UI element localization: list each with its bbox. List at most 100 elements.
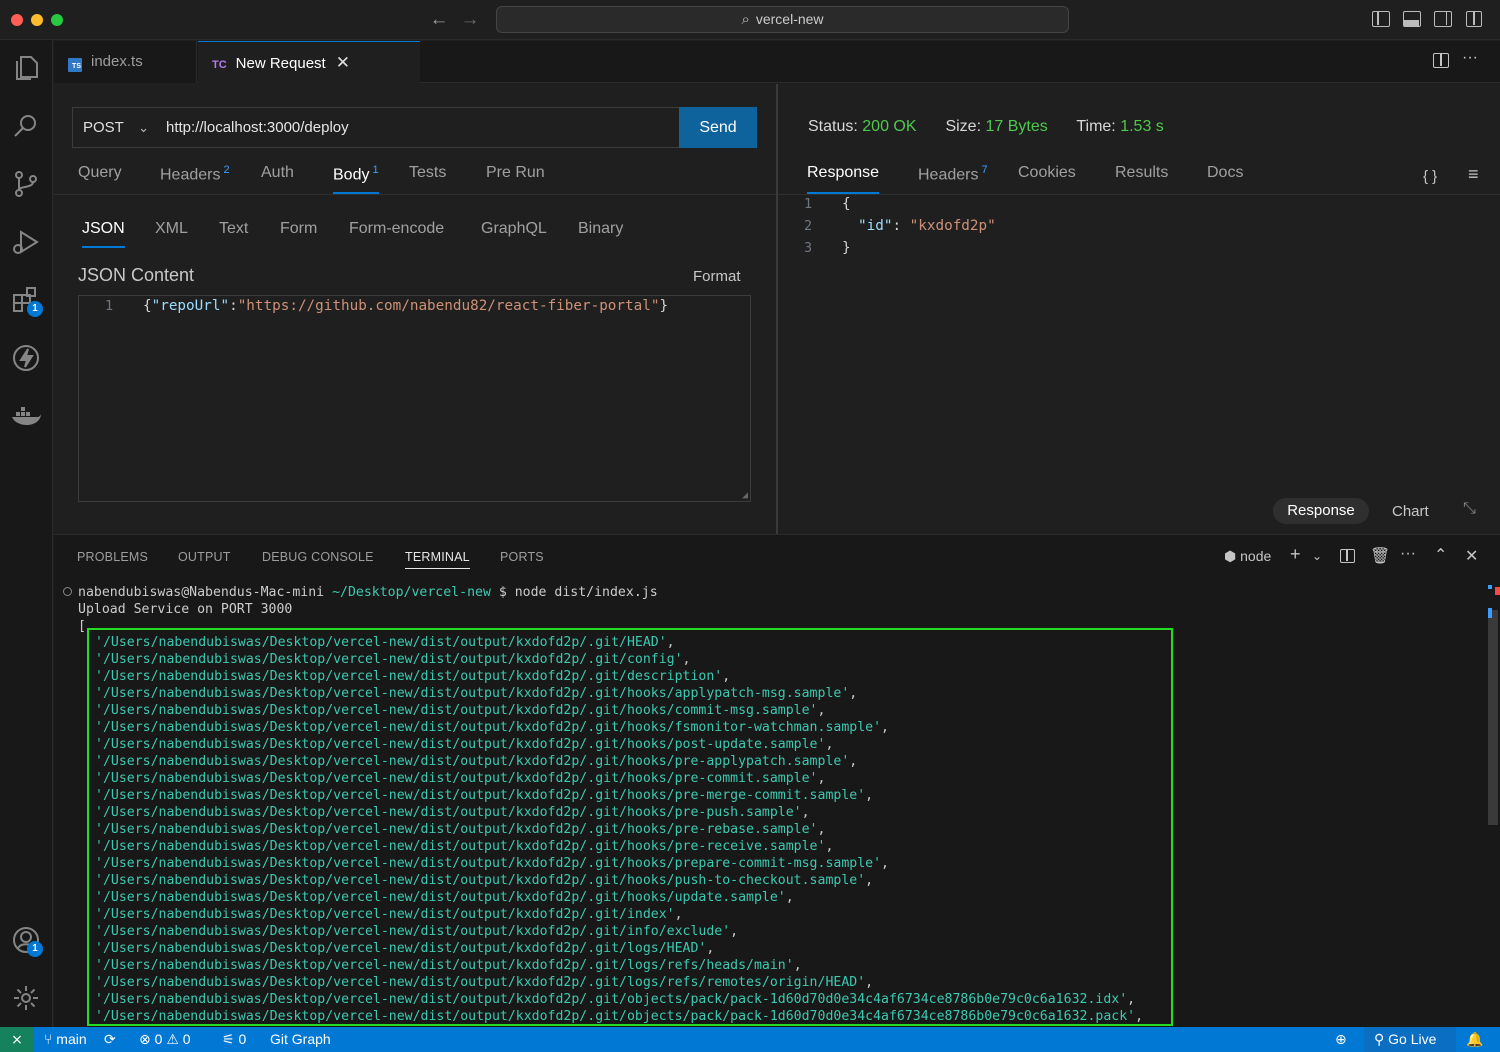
file-path-line: '/Users/nabendubiswas/Desktop/vercel-new… — [95, 669, 731, 684]
view-response-button[interactable]: Response — [1273, 498, 1369, 524]
search-icon[interactable] — [8, 108, 44, 144]
more-actions-icon[interactable]: ··· — [1400, 545, 1416, 563]
body-type-text[interactable]: Text — [219, 220, 248, 248]
git-graph-button[interactable]: Git Graph — [270, 1027, 331, 1052]
manage-gear-icon[interactable] — [8, 980, 44, 1016]
zoom-window-button[interactable] — [51, 14, 63, 26]
forward-arrow-icon[interactable]: → — [458, 8, 482, 32]
terminal-profile[interactable]: ⬢ node — [1224, 548, 1271, 565]
notifications-bell-icon[interactable]: 🔔 — [1466, 1027, 1483, 1052]
go-live-button[interactable]: ⚲ Go Live — [1364, 1027, 1456, 1052]
sync-icon[interactable]: ⟳ — [104, 1027, 116, 1052]
chevron-down-icon[interactable]: ⌄ — [1312, 549, 1322, 563]
request-pane: POST ⌄ Send Query Headers2 Auth Body1 Te… — [54, 84, 776, 534]
close-panel-icon[interactable]: ✕ — [1465, 546, 1478, 566]
file-path: '/Users/nabendubiswas/Desktop/vercel-new… — [95, 754, 850, 769]
scroll-marker — [1488, 608, 1492, 618]
zoom-icon[interactable]: ⊕ — [1335, 1027, 1347, 1052]
file-path-line: '/Users/nabendubiswas/Desktop/vercel-new… — [95, 873, 874, 888]
minimize-window-button[interactable] — [31, 14, 43, 26]
split-terminal-icon[interactable] — [1340, 549, 1355, 563]
tab-query[interactable]: Query — [78, 164, 122, 194]
tab-headers[interactable]: Headers 2 — [160, 164, 230, 194]
expand-icon[interactable]: ⤡ — [1463, 500, 1476, 518]
json-code-line: {"repoUrl":"https://github.com/nabendu82… — [143, 298, 669, 314]
tab-response-headers[interactable]: Headers 7 — [918, 164, 988, 194]
customize-layout-icon[interactable] — [1466, 11, 1482, 27]
body-type-form[interactable]: Form — [280, 220, 317, 248]
format-button[interactable]: Format — [693, 268, 741, 285]
method-value: POST — [83, 119, 124, 136]
toggle-panel-icon[interactable] — [1403, 11, 1421, 27]
body-type-form-encode[interactable]: Form-encode — [349, 220, 444, 248]
tab-headers-label: Headers — [160, 166, 221, 184]
accounts-icon[interactable]: 1 — [8, 922, 44, 958]
file-path: '/Users/nabendubiswas/Desktop/vercel-new… — [95, 839, 826, 854]
source-control-icon[interactable] — [8, 166, 44, 202]
close-window-button[interactable] — [11, 14, 23, 26]
time-label: Time: — [1076, 118, 1116, 135]
view-chart-button[interactable]: Chart — [1392, 503, 1429, 520]
tab-pre-run[interactable]: Pre Run — [486, 164, 545, 194]
tab-auth[interactable]: Auth — [261, 164, 294, 194]
toggle-secondary-sidebar-icon[interactable] — [1434, 11, 1452, 27]
panel-tab-debug-console[interactable]: DEBUG CONSOLE — [262, 550, 374, 564]
panel-tab-terminal[interactable]: TERMINAL — [405, 550, 470, 569]
activity-bar: 1 1 — [0, 40, 53, 1027]
body-type-graphql[interactable]: GraphQL — [481, 220, 547, 248]
problems-indicator[interactable]: ⊗ 0 ⚠ 0 — [139, 1027, 191, 1052]
more-actions-icon[interactable]: ··· — [1462, 49, 1478, 67]
broadcast-icon: ⚲ — [1374, 1031, 1385, 1047]
extensions-icon[interactable]: 1 — [8, 282, 44, 318]
file-path-line: '/Users/nabendubiswas/Desktop/vercel-new… — [95, 992, 1136, 1007]
toggle-primary-sidebar-icon[interactable] — [1372, 11, 1390, 27]
back-arrow-icon[interactable]: ← — [427, 8, 451, 32]
braces-icon[interactable]: { } — [1423, 168, 1437, 185]
panel-tab-problems[interactable]: PROBLEMS — [77, 550, 148, 564]
file-path: '/Users/nabendubiswas/Desktop/vercel-new… — [95, 805, 802, 820]
resize-handle-icon[interactable]: ◢ — [742, 490, 748, 501]
terminal-scrollbar[interactable] — [1488, 610, 1498, 825]
file-path: '/Users/nabendubiswas/Desktop/vercel-new… — [95, 669, 723, 684]
body-type-xml[interactable]: XML — [155, 220, 188, 248]
tab-response[interactable]: Response — [807, 164, 880, 194]
command-status-icon — [63, 587, 72, 596]
url-input[interactable] — [158, 107, 680, 148]
panel-tab-ports[interactable]: PORTS — [500, 550, 544, 564]
menu-lines-icon[interactable]: ≡ — [1468, 164, 1479, 185]
explorer-icon[interactable] — [8, 50, 44, 86]
run-and-debug-icon[interactable] — [8, 224, 44, 260]
line-number: 2 — [804, 218, 813, 234]
tab-new-request[interactable]: TC New Request ✕ — [198, 41, 420, 84]
branch-indicator[interactable]: ⑂ main — [44, 1027, 87, 1052]
command-center-search[interactable]: ⌕ vercel-new — [496, 6, 1069, 33]
status-value: 200 OK — [862, 118, 917, 135]
new-terminal-icon[interactable]: + — [1290, 544, 1301, 565]
ports-count: 0 — [238, 1031, 247, 1047]
remote-indicator-icon[interactable]: ⨯ — [0, 1027, 34, 1052]
docker-icon[interactable] — [8, 398, 44, 434]
body-type-binary[interactable]: Binary — [578, 220, 623, 248]
trash-icon[interactable]: 🗑 — [1370, 546, 1390, 566]
panel-tab-output[interactable]: OUTPUT — [178, 550, 231, 564]
workspace-name: vercel-new — [755, 11, 824, 27]
tab-cookies[interactable]: Cookies — [1018, 164, 1076, 194]
tab-results[interactable]: Results — [1115, 164, 1168, 194]
thunder-client-icon[interactable] — [8, 340, 44, 376]
close-tab-icon[interactable]: ✕ — [336, 53, 350, 72]
warning-count: 0 — [182, 1031, 191, 1047]
split-editor-icon[interactable] — [1433, 53, 1449, 68]
tab-tests[interactable]: Tests — [409, 164, 446, 194]
file-path-line: '/Users/nabendubiswas/Desktop/vercel-new… — [95, 805, 810, 820]
method-select[interactable]: POST ⌄ — [72, 107, 159, 148]
json-body-editor[interactable]: 1 {"repoUrl":"https://github.com/nabendu… — [78, 295, 751, 502]
response-json-line: "id": "kxdofd2p" — [858, 218, 996, 234]
ports-indicator[interactable]: ⚟ 0 — [222, 1027, 246, 1052]
send-button[interactable]: Send — [679, 107, 757, 148]
body-type-json[interactable]: JSON — [82, 220, 125, 248]
shell-label: node — [1240, 548, 1272, 564]
tab-index-ts[interactable]: TS index.ts — [54, 41, 197, 83]
tab-body[interactable]: Body 1 — [333, 164, 379, 194]
tab-docs[interactable]: Docs — [1207, 164, 1243, 194]
maximize-panel-icon[interactable]: ⌃ — [1434, 545, 1447, 565]
